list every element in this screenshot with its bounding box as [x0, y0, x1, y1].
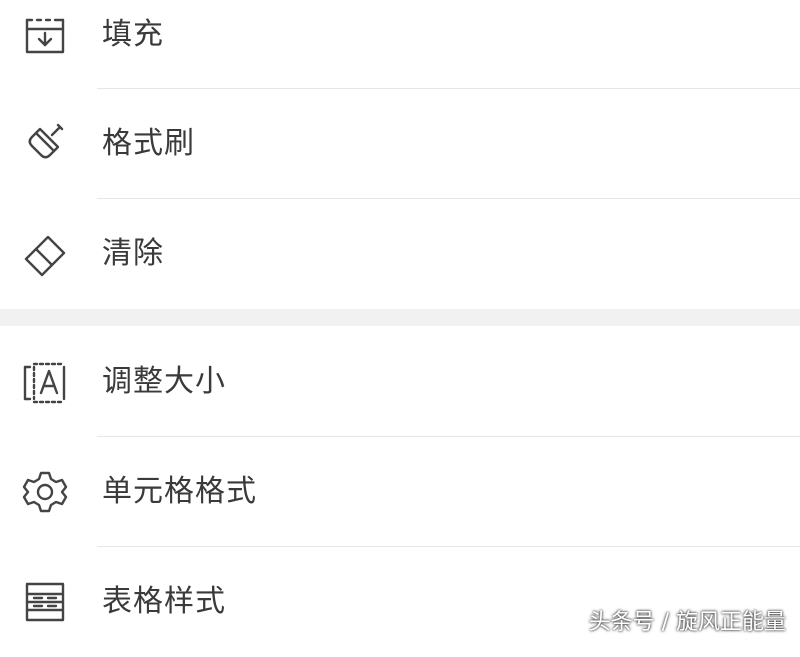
menu-item-format-painter[interactable]: 格式刷 — [0, 89, 800, 199]
watermark: 头条号 / 旋风正能量 — [588, 610, 786, 635]
eraser-icon — [22, 231, 68, 277]
table-style-icon — [22, 579, 68, 625]
menu-item-label: 填充 — [102, 17, 164, 52]
menu-item-cell-format[interactable]: 单元格格式 — [0, 437, 800, 547]
resize-icon — [22, 359, 68, 405]
menu-item-resize[interactable]: 调整大小 — [0, 327, 800, 437]
gear-icon — [22, 469, 68, 515]
menu-item-label: 清除 — [102, 236, 164, 271]
format-painter-icon — [22, 121, 68, 167]
menu-item-label: 单元格格式 — [102, 474, 257, 509]
fill-icon — [22, 12, 68, 58]
menu-item-table-style[interactable]: 表格样式 — [0, 547, 800, 657]
menu-item-label: 表格样式 — [102, 584, 226, 619]
menu-item-label: 格式刷 — [102, 126, 195, 161]
menu-item-fill[interactable]: 填充 — [0, 0, 800, 90]
menu-item-clear[interactable]: 清除 — [0, 199, 800, 309]
section-separator — [0, 309, 800, 326]
menu-item-label: 调整大小 — [102, 364, 226, 399]
